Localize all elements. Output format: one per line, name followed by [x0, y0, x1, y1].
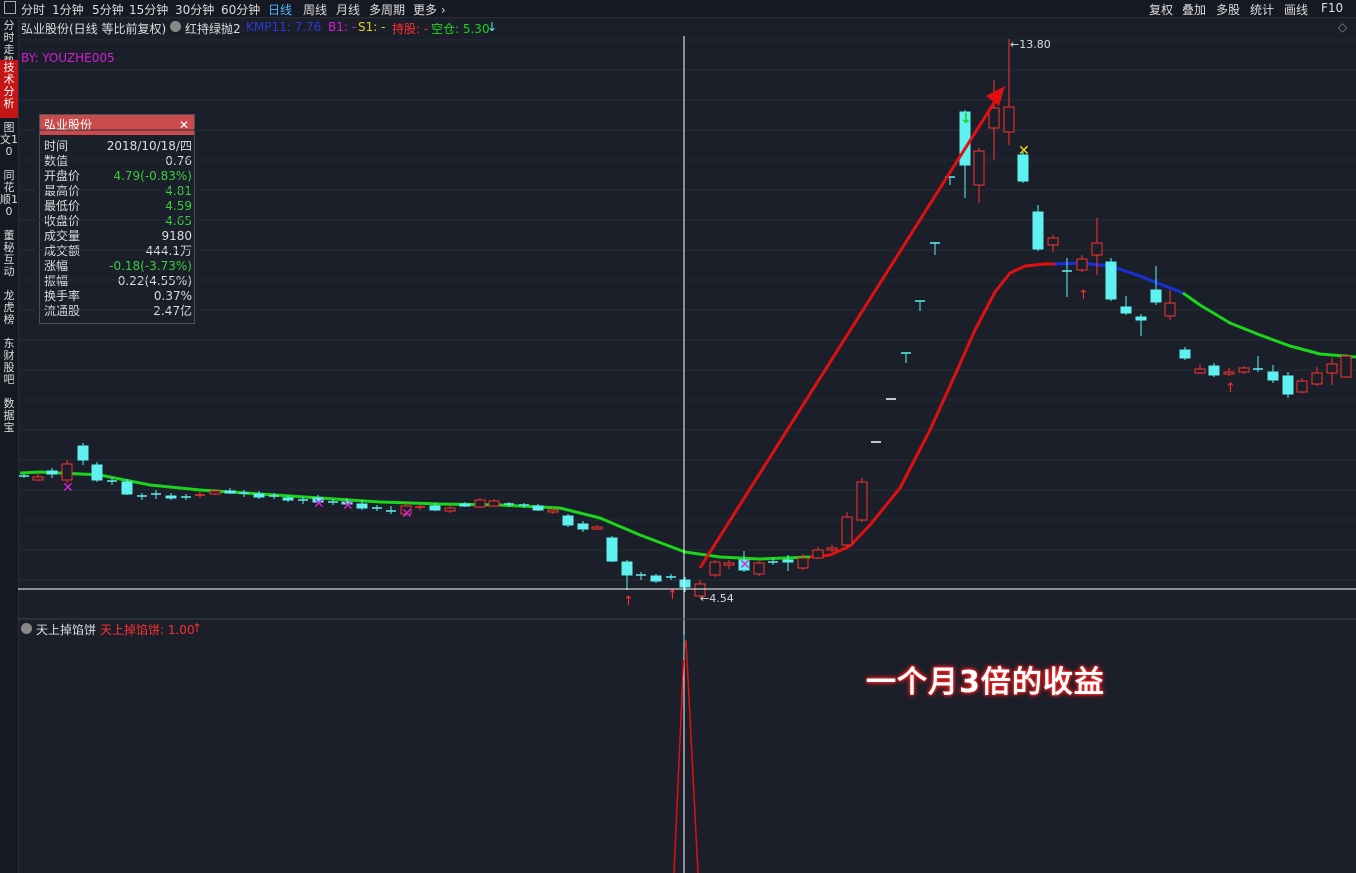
- candle-body: [253, 493, 265, 498]
- candle-body: [1047, 237, 1059, 246]
- high-price-value: 13.80: [1019, 38, 1051, 51]
- candle-body: [429, 505, 441, 511]
- high-price-label: ←13.80: [1010, 38, 1051, 51]
- sub-indicator-value: 天上掉馅饼: 1.00: [100, 623, 195, 637]
- ma-line-blue: [1054, 261, 1184, 295]
- sell-cross-yellow-icon: ✕: [1018, 143, 1030, 159]
- candle-body: [1179, 349, 1191, 359]
- candle-body: [1311, 372, 1323, 385]
- red-arrow-shaft: [698, 97, 999, 569]
- buy-arrow-icon: ↑: [1225, 381, 1236, 396]
- sell-cross-icon: ✕: [62, 480, 74, 496]
- candle-body: [1340, 355, 1352, 378]
- candle-body: [444, 507, 456, 512]
- sell-cross-icon: ✕: [739, 557, 751, 573]
- candle-body: [841, 516, 853, 546]
- candle-body: [1296, 380, 1308, 393]
- candle-body: [1135, 316, 1147, 321]
- signal-marks: ↑ ↑ ↑ ↑ ✕ ✕ ✕ ✕ ✕ ✕ ↓: [62, 111, 1236, 609]
- candle-body: [1238, 367, 1250, 373]
- candle-body: [356, 503, 368, 509]
- candle-body: [32, 476, 44, 481]
- candle-body: [812, 549, 824, 559]
- candle-body: [1326, 363, 1338, 374]
- candle-body: [91, 464, 103, 481]
- sub-indicator-name[interactable]: 天上掉馅饼: [36, 621, 96, 638]
- caption-annotation: 一个月3倍的收益: [866, 665, 1105, 700]
- candle-body: [797, 557, 809, 569]
- sell-cross-icon: ✕: [401, 506, 413, 522]
- candle-body: [209, 490, 221, 495]
- candle-body: [973, 150, 985, 186]
- candle-body: [679, 579, 691, 588]
- candle-body: [1164, 302, 1176, 317]
- candle-body: [165, 495, 177, 499]
- candlesticks: [19, 39, 1352, 598]
- candle-body: [46, 470, 58, 475]
- candle-body: [1150, 289, 1162, 303]
- ma-line-green-tail: [1182, 291, 1356, 359]
- candle-body: [1105, 261, 1117, 300]
- buy-arrow-icon: ↑: [667, 588, 678, 603]
- sub-indicator-spike: [673, 639, 699, 873]
- candle-body: [1223, 371, 1235, 375]
- candle-body: [532, 505, 544, 511]
- ma-line-green: [19, 470, 811, 561]
- candle-body: [282, 497, 294, 501]
- low-price-label: ←4.54: [700, 592, 734, 605]
- red-arrow-head: [986, 86, 1005, 106]
- candle-body: [1120, 306, 1132, 314]
- candle-body: [474, 499, 486, 508]
- candle-body: [547, 509, 559, 513]
- candle-body: [1282, 375, 1294, 395]
- candle-body: [782, 559, 794, 563]
- candle-body: [577, 523, 589, 530]
- buy-arrow-icon: ↑: [1078, 288, 1089, 303]
- kline-chart[interactable]: ↑ ↑ ↑ ↑ ✕ ✕ ✕ ✕ ✕ ✕ ↓: [0, 0, 1356, 873]
- candle-body: [77, 445, 89, 461]
- candle-body: [488, 500, 500, 507]
- candle-body: [121, 481, 133, 495]
- candle-body: [61, 463, 73, 481]
- buy-arrow-icon: ↑: [623, 594, 634, 609]
- sell-cross-icon: ✕: [342, 498, 354, 514]
- indicator-lines: [19, 261, 1356, 561]
- candle-body: [224, 490, 236, 494]
- candle-body: [1267, 371, 1279, 381]
- sub-dropdown-icon[interactable]: [21, 623, 32, 634]
- high-arrow: ←: [1010, 38, 1020, 51]
- candle-body: [459, 503, 471, 507]
- low-arrow: ←: [700, 592, 710, 605]
- low-price-value: 4.54: [709, 592, 734, 605]
- candle-body: [709, 561, 721, 576]
- candle-body: [723, 562, 735, 566]
- candle-body: [1003, 106, 1015, 133]
- sell-cross-icon: ✕: [313, 496, 325, 512]
- arrow-up-icon: ↑: [192, 621, 203, 635]
- candle-body: [621, 561, 633, 576]
- candle-body: [606, 537, 618, 562]
- candle-body: [1208, 365, 1220, 376]
- candle-body: [591, 526, 603, 530]
- candle-body: [856, 481, 868, 521]
- grid: [18, 39, 1356, 581]
- candle-body: [1076, 258, 1088, 271]
- candle-body: [1032, 211, 1044, 250]
- candle-body: [826, 547, 838, 551]
- candle-body: [1194, 368, 1206, 374]
- candle-body: [650, 575, 662, 582]
- candle-body: [753, 562, 765, 575]
- green-down-arrow-icon: ↓: [960, 111, 972, 127]
- candle-body: [1091, 242, 1103, 256]
- candle-body: [562, 515, 574, 526]
